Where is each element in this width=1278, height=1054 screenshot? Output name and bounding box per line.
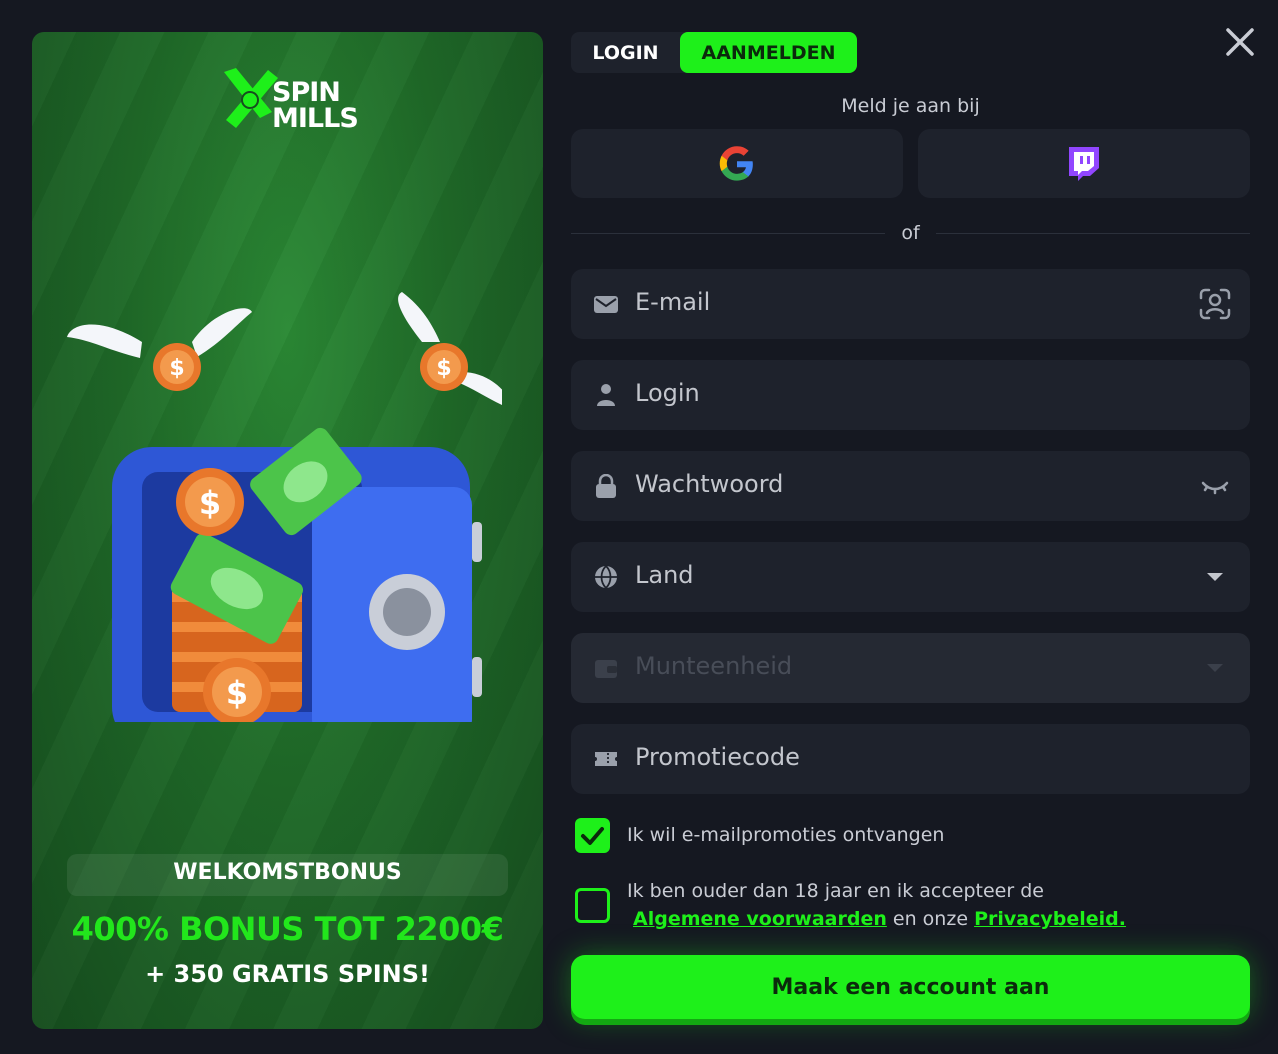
twitch-icon [1069,146,1099,181]
svg-text:$: $ [169,356,184,381]
bonus-title: WELKOMSTBONUS [173,860,402,885]
check-icon [581,827,604,845]
google-icon [719,145,753,181]
terms-links: Algemene voorwaarden en onze Privacybele… [633,908,1126,930]
country-placeholder: Land [635,561,694,589]
safe-illustration: $ $ $ $ [67,292,502,722]
country-select[interactable]: Land [571,542,1250,612]
logo-text: SPIN MILLS [272,79,359,134]
terms-mid-text: en onze [892,908,969,930]
divider-right [936,233,1250,234]
login-field[interactable]: Login [571,360,1250,430]
promo-panel: SPIN MILLS $ $ $ $ WELKOMSTBONUS 400% BO… [32,32,543,1029]
currency-placeholder: Munteenheid [635,652,793,680]
password-field[interactable]: Wachtwoord [571,451,1250,521]
login-placeholder: Login [635,379,700,407]
user-icon [597,384,615,406]
chevron-down-icon [1207,573,1223,581]
terms-label: Ik ben ouder dan 18 jaar en ik accepteer… [627,880,1044,902]
globe-icon [595,565,617,589]
bonus-main: 400% BONUS TOT 2200€ [71,910,504,948]
email-placeholder: E-mail [635,288,711,316]
tab-signup[interactable]: AANMELDEN [680,32,857,73]
flying-coin-left: $ [67,308,252,391]
eye-closed-icon[interactable] [1198,469,1232,503]
terms-checkbox[interactable] [575,888,610,923]
privacy-link[interactable]: Privacybeleid. [974,908,1126,930]
auth-tabs: LOGIN AANMELDEN [571,32,857,73]
divider-text: of [901,222,920,244]
email-promo-label: Ik wil e-mailpromoties ontvangen [627,824,945,846]
mail-icon [594,296,618,313]
terms-link[interactable]: Algemene voorwaarden [633,908,887,930]
twitch-signup-button[interactable] [918,129,1250,198]
wallet-icon [595,660,617,678]
google-signup-button[interactable] [571,129,903,198]
svg-text:$: $ [436,356,451,381]
tab-login[interactable]: LOGIN [571,32,680,73]
promo-code-placeholder: Promotiecode [635,743,800,771]
chevron-down-icon [1207,664,1223,672]
ticket-icon [595,752,617,766]
currency-select: Munteenheid [571,633,1250,703]
divider-left [571,233,885,234]
svg-text:$: $ [226,674,248,712]
password-placeholder: Wachtwoord [635,470,784,498]
close-icon[interactable] [1222,24,1258,60]
email-field[interactable]: E-mail [571,269,1250,339]
create-account-button[interactable]: Maak een account aan [571,955,1250,1019]
email-promo-checkbox[interactable] [575,818,610,853]
lock-icon [596,474,616,498]
face-id-icon[interactable] [1198,287,1232,321]
svg-text:$: $ [199,484,221,522]
bonus-subtitle: + 350 GRATIS SPINS! [145,960,430,988]
social-subtitle: Meld je aan bij [841,95,980,117]
promo-code-field[interactable]: Promotiecode [571,724,1250,794]
logo-line-2: MILLS [272,103,359,134]
flying-coin-right: $ [398,292,502,405]
